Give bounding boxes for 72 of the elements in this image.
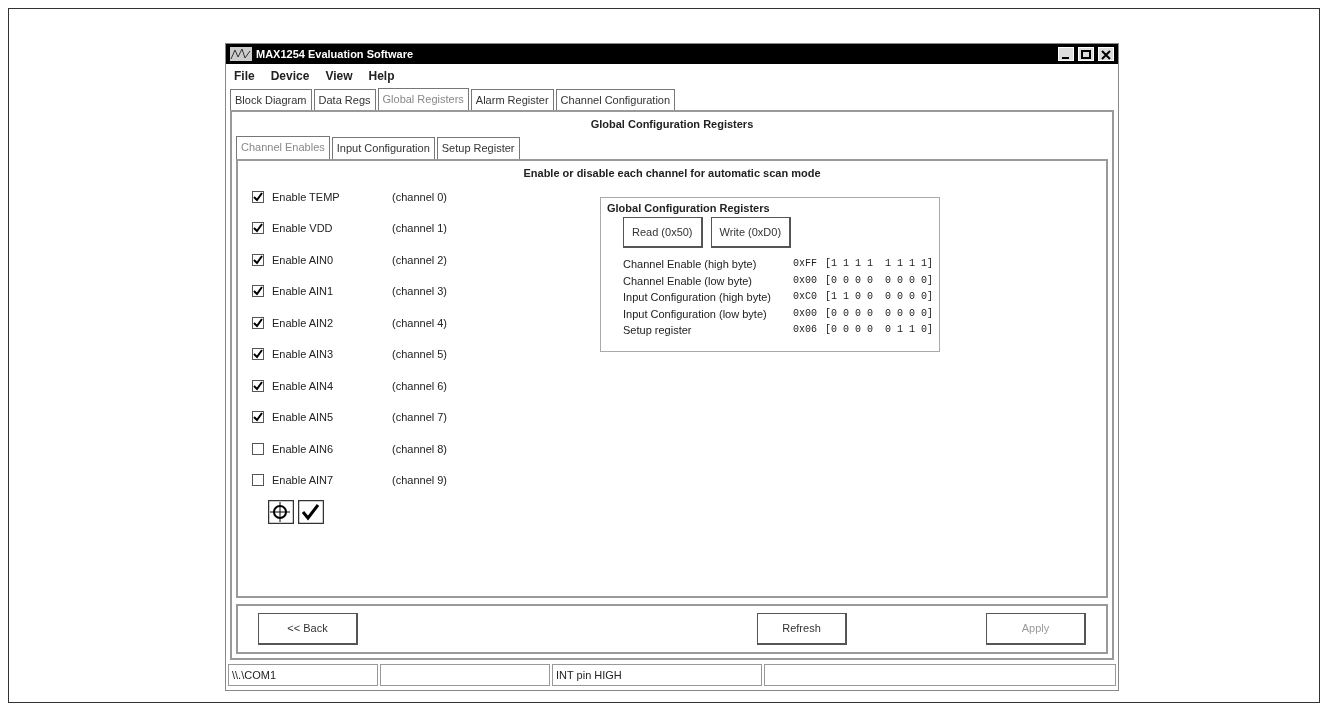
status-cell: \\.\COM1: [228, 664, 378, 686]
register-label: Channel Enable (low byte): [623, 273, 754, 289]
footer-button[interactable]: Refresh: [757, 613, 847, 645]
window-title: MAX1254 Evaluation Software: [256, 46, 415, 62]
channel-number: (channel 6): [392, 378, 448, 394]
checkbox[interactable]: [252, 285, 264, 298]
group-title: Global Configuration Registers: [607, 201, 771, 216]
menu-item[interactable]: Help: [368, 67, 395, 85]
register-label: Setup register: [623, 323, 693, 338]
channel-number: (channel 5): [392, 347, 448, 362]
checkbox[interactable]: [252, 190, 264, 203]
close-button[interactable]: [1098, 47, 1114, 61]
checkbox-label: Enable AIN7: [272, 473, 335, 488]
register-button[interactable]: Read (0x50): [623, 216, 703, 248]
bit-values: [1 1 0 0 0 0 0 0]: [824, 290, 933, 304]
checkbox[interactable]: [252, 442, 264, 455]
checkbox[interactable]: [252, 222, 264, 235]
channel-number: (channel 2): [392, 252, 448, 268]
channel-number: (channel 7): [392, 410, 448, 425]
checkbox-label: Enable AIN5: [272, 410, 335, 425]
checkbox-label: Enable AIN4: [272, 378, 335, 394]
register-label: Channel Enable (high byte): [623, 257, 758, 272]
hex-value: 0x00: [792, 306, 817, 321]
panel-title: Global Configuration Registers: [589, 117, 755, 132]
bit-values: [1 1 1 1 1 1 1 1]: [824, 257, 933, 271]
bit-values: [0 0 0 0 0 0 0 0]: [824, 273, 933, 288]
hex-value: 0x06: [792, 323, 817, 337]
footer-button[interactable]: << Back: [258, 613, 358, 645]
checkbox[interactable]: [252, 474, 264, 487]
app-icon: [230, 47, 252, 61]
register-label: Input Configuration (low byte): [623, 306, 768, 322]
section-heading: Enable or disable each channel for automatic scan mode: [522, 165, 822, 181]
channel-number: (channel 9): [392, 473, 448, 488]
hex-value: 0x00: [792, 273, 817, 288]
tab[interactable]: Channel Configuration: [555, 88, 676, 110]
channel-number: (channel 0): [392, 189, 448, 205]
channel-number: (channel 1): [392, 221, 448, 236]
checkbox[interactable]: [252, 348, 264, 361]
channel-number: (channel 8): [392, 441, 448, 457]
tab[interactable]: Alarm Register: [470, 88, 554, 110]
checkbox-label: Enable AIN6: [272, 441, 335, 457]
tab[interactable]: Block Diagram: [230, 88, 312, 110]
tab[interactable]: Global Registers: [377, 87, 469, 111]
tab[interactable]: Data Regs: [313, 88, 376, 110]
tab[interactable]: Channel Enables: [236, 136, 330, 160]
checkbox-label: Enable AIN2: [272, 315, 335, 331]
checkbox[interactable]: [252, 379, 264, 392]
checkbox-label: Enable VDD: [272, 221, 334, 236]
bit-values: [0 0 0 0 0 1 1 0]: [824, 323, 933, 337]
checkbox[interactable]: [252, 411, 264, 424]
channel-number: (channel 4): [392, 315, 448, 331]
checkbox[interactable]: [252, 316, 264, 329]
tab[interactable]: Setup Register: [436, 137, 520, 159]
menu-item[interactable]: File: [234, 67, 255, 85]
bit-values: [0 0 0 0 0 0 0 0]: [824, 306, 933, 321]
checkbox-label: Enable TEMP: [272, 189, 341, 205]
register-label: Input Configuration (high byte): [623, 290, 772, 305]
checkbox[interactable]: [252, 253, 264, 266]
channel-number: (channel 3): [392, 284, 448, 299]
hex-value: 0xFF: [792, 257, 817, 271]
menu-item[interactable]: Device: [270, 67, 310, 85]
maximize-button[interactable]: [1078, 47, 1094, 61]
checkbox-label: Enable AIN1: [272, 284, 335, 299]
checkbox-label: Enable AIN0: [272, 252, 335, 268]
hex-value: 0xC0: [792, 290, 817, 304]
status-cell: INT pin HIGH: [552, 664, 762, 686]
minimize-button[interactable]: [1058, 47, 1074, 61]
checkbox-label: Enable AIN3: [272, 347, 335, 362]
checkmark-icon[interactable]: [298, 500, 324, 524]
register-button[interactable]: Write (0xD0): [710, 216, 792, 248]
menu-item[interactable]: View: [325, 67, 353, 85]
tab[interactable]: Input Configuration: [331, 137, 435, 159]
